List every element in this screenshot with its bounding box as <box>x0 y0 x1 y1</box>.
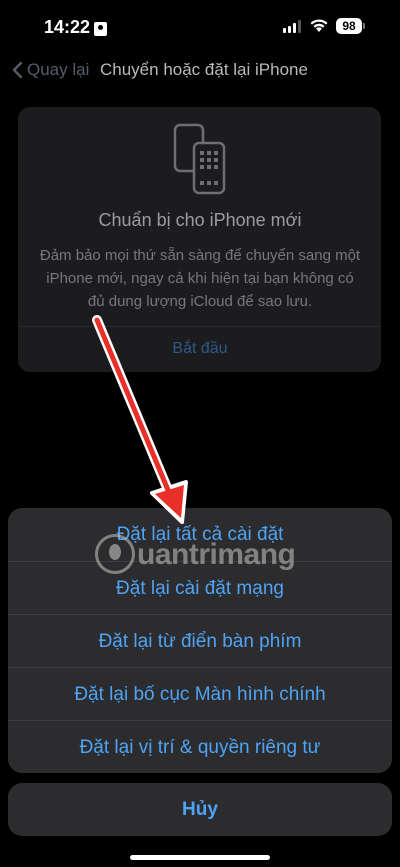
battery-level: 98 <box>342 19 356 33</box>
battery-icon: 98 <box>336 18 365 34</box>
home-indicator[interactable] <box>130 855 270 860</box>
focus-id-icon <box>94 21 108 36</box>
status-bar: 14:22 98 <box>0 0 400 56</box>
chevron-left-icon <box>12 61 23 79</box>
reset-keyboard-dictionary-button[interactable]: Đặt lại từ điển bàn phím <box>8 615 392 668</box>
navigation-bar: Quay lại Chuyển hoặc đặt lại iPhone <box>0 56 400 88</box>
page-title: Chuyển hoặc đặt lại iPhone <box>100 60 308 79</box>
wifi-icon <box>310 19 328 32</box>
card-description: Đảm bảo mọi thứ sẵn sàng để chuyển sang … <box>39 247 361 310</box>
lightbulb-logo-icon <box>95 534 135 574</box>
cancel-button[interactable]: Hủy <box>8 783 392 836</box>
back-label: Quay lại <box>27 60 90 79</box>
reset-home-screen-layout-button[interactable]: Đặt lại bố cục Màn hình chính <box>8 668 392 721</box>
two-iphones-icon <box>173 123 226 195</box>
quantrimang-watermark: uantrimang <box>95 530 315 582</box>
watermark-text: uantrimang <box>137 538 296 571</box>
back-button[interactable]: Quay lại <box>12 60 89 80</box>
clock-text: 14:22 <box>44 17 91 37</box>
get-started-link[interactable]: Bắt đầu <box>0 340 400 358</box>
status-time: 14:22 <box>44 17 108 38</box>
card-divider <box>18 326 381 327</box>
cellular-signal-icon <box>283 20 301 33</box>
reset-location-privacy-button[interactable]: Đặt lại vị trí & quyền riêng tư <box>8 721 392 773</box>
card-title: Chuẩn bị cho iPhone mới <box>98 210 302 230</box>
